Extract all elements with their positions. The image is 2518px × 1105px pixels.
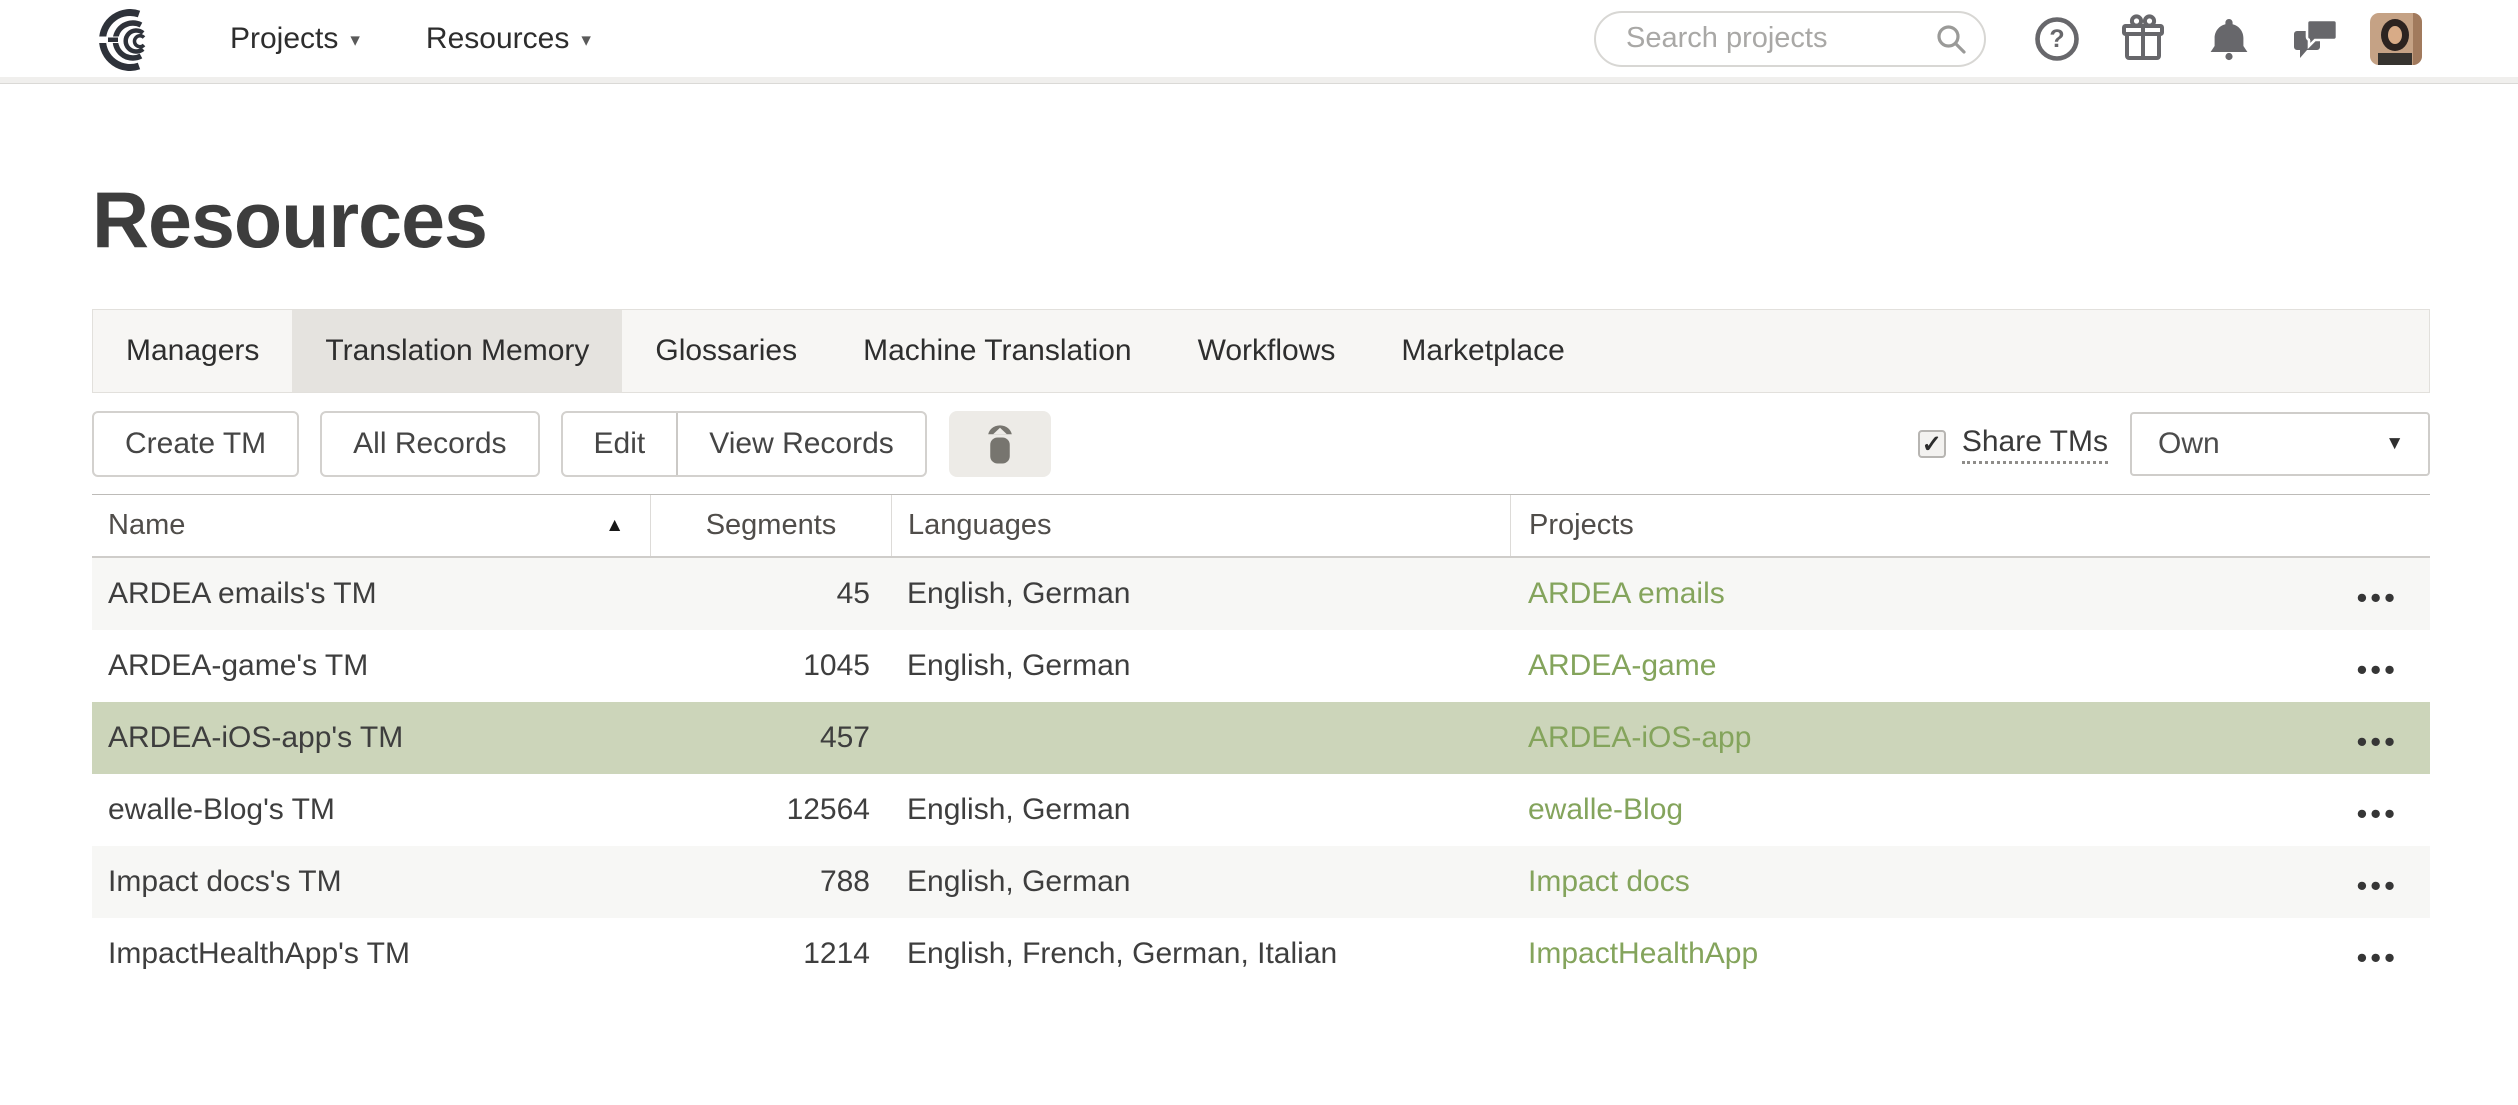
app-window: Projects ▾ Resources ▾ ? [0, 0, 2518, 1105]
tm-name: ARDEA-game's TM [92, 630, 650, 702]
project-link[interactable]: ImpactHealthApp [1528, 937, 1758, 971]
tab-workflows[interactable]: Workflows [1165, 310, 1369, 392]
tab-machine-translation[interactable]: Machine Translation [830, 310, 1164, 392]
tm-segments: 1045 [650, 630, 891, 702]
row-menu-button[interactable]: ••• [2356, 792, 2398, 829]
tm-projects-cell: ImpactHealthApp ••• [1510, 918, 2430, 990]
dropdown-caret-icon: ▼ [2385, 433, 2404, 455]
table-row[interactable]: ARDEA emails's TM 45 English, German ARD… [92, 558, 2430, 630]
tm-toolbar: Create TM All Records Edit View Records … [92, 411, 2430, 477]
table-row[interactable]: ImpactHealthApp's TM 1214 English, Frenc… [92, 918, 2430, 990]
view-records-button[interactable]: View Records [676, 413, 925, 475]
table-row-selected[interactable]: ARDEA-iOS-app's TM 457 ARDEA-iOS-app ••• [92, 702, 2430, 774]
table-body: ARDEA emails's TM 45 English, German ARD… [92, 558, 2430, 990]
tm-languages: English, German [891, 558, 1510, 630]
delete-button[interactable] [949, 411, 1051, 477]
tab-translation-memory[interactable]: Translation Memory [292, 310, 622, 392]
tm-projects-cell: ARDEA-iOS-app ••• [1510, 702, 2430, 774]
chevron-down-icon: ▾ [350, 25, 360, 52]
nav-projects-label: Projects [230, 22, 338, 56]
main-content: Resources Managers Translation Memory Gl… [0, 180, 2518, 990]
nav-menu-resources[interactable]: Resources ▾ [426, 22, 591, 56]
search-icon[interactable] [1934, 22, 1968, 56]
nav-icon-group: ? [2032, 14, 2340, 64]
project-link[interactable]: ARDEA emails [1528, 577, 1725, 611]
table-header-row: Name ▲ Segments Languages Projects [92, 494, 2430, 558]
share-tms-label[interactable]: Share TMs [1962, 425, 2108, 464]
nav-divider [0, 77, 2518, 84]
row-menu-button[interactable]: ••• [2356, 648, 2398, 685]
search-input[interactable] [1594, 11, 1986, 67]
project-link[interactable]: ARDEA-iOS-app [1528, 721, 1751, 755]
sort-ascending-icon: ▲ [605, 515, 624, 537]
row-menu-button[interactable]: ••• [2356, 576, 2398, 613]
column-header-name[interactable]: Name ▲ [92, 495, 650, 556]
tm-segments: 12564 [650, 774, 891, 846]
tm-languages: English, French, German, Italian [891, 918, 1510, 990]
tm-languages: English, German [891, 630, 1510, 702]
tm-projects-cell: Impact docs ••• [1510, 846, 2430, 918]
edit-view-button-group: Edit View Records [561, 411, 927, 477]
nav-resources-label: Resources [426, 22, 569, 56]
nav-menu-projects[interactable]: Projects ▾ [230, 22, 360, 56]
row-menu-button[interactable]: ••• [2356, 864, 2398, 901]
edit-button[interactable]: Edit [563, 413, 677, 475]
project-link[interactable]: Impact docs [1528, 865, 1690, 899]
tm-name: ImpactHealthApp's TM [92, 918, 650, 990]
share-tms-checkbox[interactable]: ✓ [1918, 430, 1946, 458]
tm-segments: 788 [650, 846, 891, 918]
tm-name: ewalle-Blog's TM [92, 774, 650, 846]
tm-name: ARDEA-iOS-app's TM [92, 702, 650, 774]
project-link[interactable]: ewalle-Blog [1528, 793, 1683, 827]
tab-marketplace[interactable]: Marketplace [1368, 310, 1597, 392]
top-navigation-bar: Projects ▾ Resources ▾ ? [0, 0, 2518, 77]
chat-icon[interactable] [2290, 14, 2340, 64]
resources-tabbar: Managers Translation Memory Glossaries M… [92, 309, 2430, 393]
translation-memory-table: Name ▲ Segments Languages Projects ARDEA… [92, 494, 2430, 990]
notifications-bell-icon[interactable] [2204, 14, 2254, 64]
tm-languages: English, German [891, 774, 1510, 846]
tm-languages [891, 702, 1510, 774]
app-logo-icon[interactable] [98, 9, 164, 69]
user-avatar[interactable] [2370, 13, 2422, 65]
help-icon[interactable]: ? [2032, 14, 2082, 64]
toolbar-right-group: ✓ Share TMs Own ▼ [1918, 412, 2430, 476]
trash-icon [974, 418, 1026, 470]
tab-managers[interactable]: Managers [93, 310, 292, 392]
tm-segments: 457 [650, 702, 891, 774]
tm-segments: 1214 [650, 918, 891, 990]
chevron-down-icon: ▾ [581, 25, 591, 52]
column-header-languages[interactable]: Languages [891, 495, 1510, 556]
gift-icon[interactable] [2118, 14, 2168, 64]
tm-name: ARDEA emails's TM [92, 558, 650, 630]
tab-glossaries[interactable]: Glossaries [622, 310, 830, 392]
ownership-filter-dropdown[interactable]: Own ▼ [2130, 412, 2430, 476]
create-tm-button[interactable]: Create TM [92, 411, 299, 477]
column-header-segments[interactable]: Segments [650, 495, 891, 556]
table-row[interactable]: ewalle-Blog's TM 12564 English, German e… [92, 774, 2430, 846]
column-header-projects[interactable]: Projects [1510, 495, 2430, 556]
page-title: Resources [92, 180, 2430, 259]
table-row[interactable]: Impact docs's TM 788 English, German Imp… [92, 846, 2430, 918]
ownership-filter-value: Own [2158, 427, 2220, 461]
tm-projects-cell: ARDEA emails ••• [1510, 558, 2430, 630]
table-row[interactable]: ARDEA-game's TM 1045 English, German ARD… [92, 630, 2430, 702]
row-menu-button[interactable]: ••• [2356, 936, 2398, 973]
tm-name: Impact docs's TM [92, 846, 650, 918]
tm-segments: 45 [650, 558, 891, 630]
search-container [1594, 11, 1986, 67]
tm-projects-cell: ewalle-Blog ••• [1510, 774, 2430, 846]
tm-languages: English, German [891, 846, 1510, 918]
all-records-button[interactable]: All Records [320, 411, 539, 477]
row-menu-button[interactable]: ••• [2356, 720, 2398, 757]
tm-projects-cell: ARDEA-game ••• [1510, 630, 2430, 702]
project-link[interactable]: ARDEA-game [1528, 649, 1716, 683]
svg-text:?: ? [2049, 25, 2064, 53]
check-icon: ✓ [1922, 430, 1942, 459]
